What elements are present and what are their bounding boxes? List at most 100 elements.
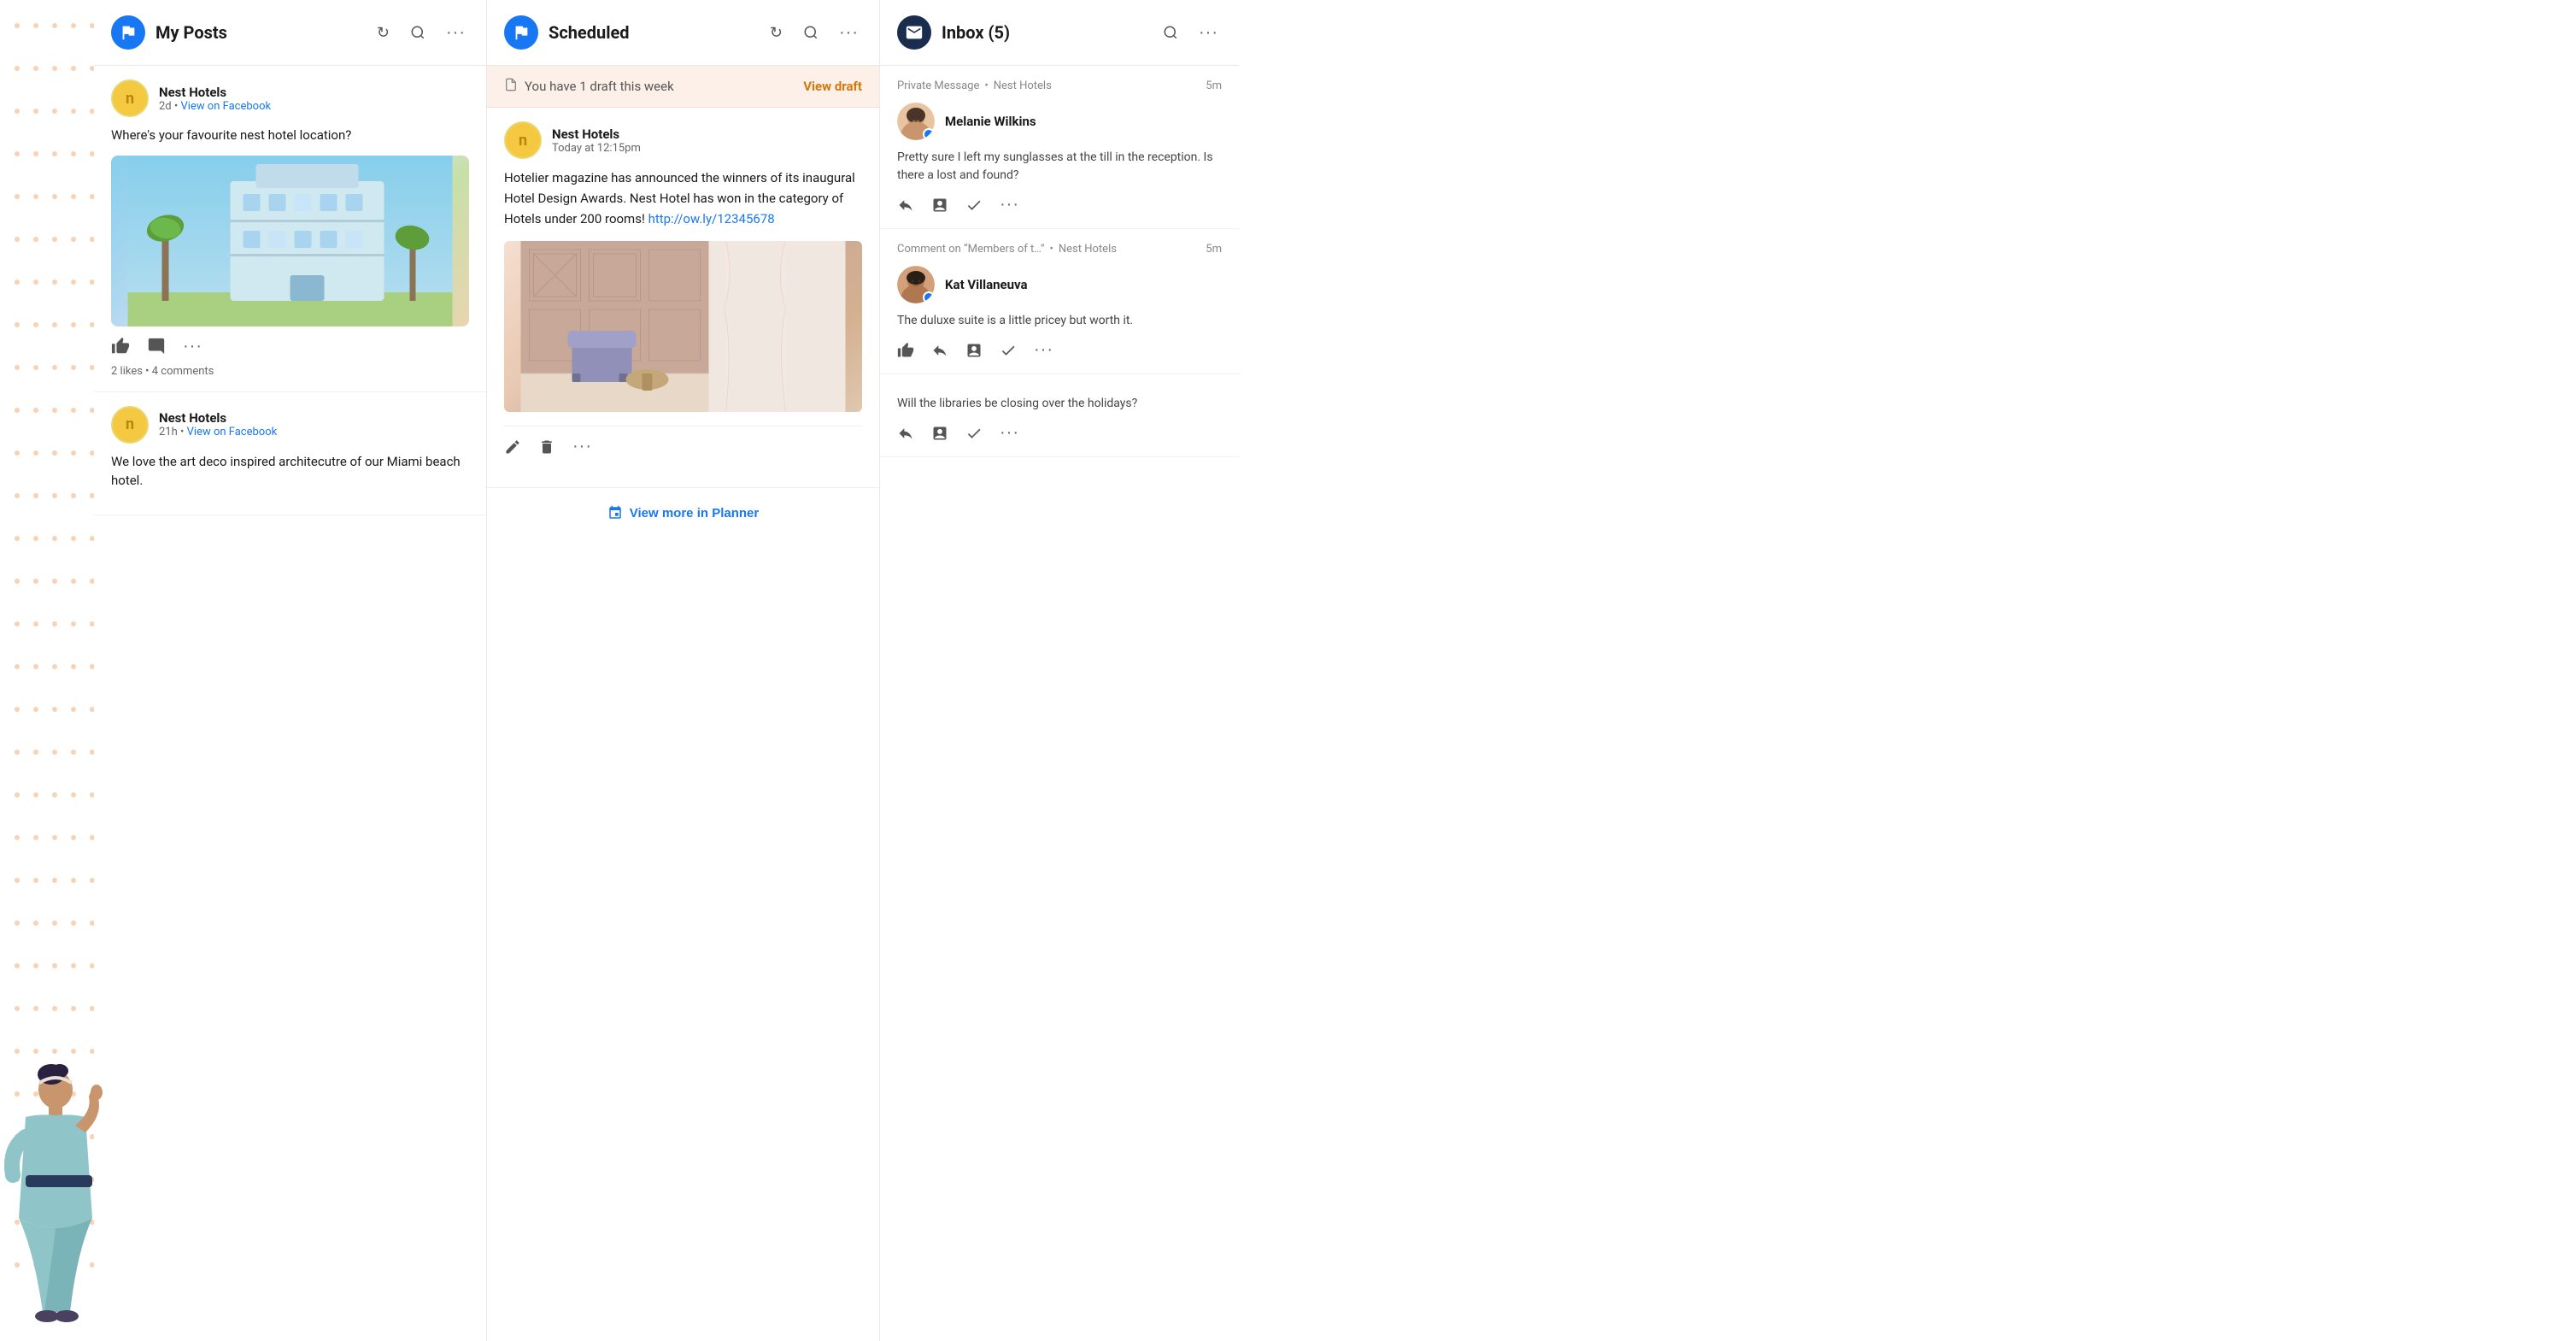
message-text-1: Pretty sure I left my sunglasses at the … (897, 149, 1222, 185)
post-more-button[interactable]: ··· (183, 337, 202, 356)
scheduled-header: Scheduled ↻ ··· (487, 0, 879, 66)
inbox-title: Inbox (5) (942, 22, 1149, 43)
inbox-more-button[interactable]: ··· (1195, 20, 1222, 46)
like-button[interactable] (111, 337, 130, 356)
comment-button[interactable] (147, 337, 166, 356)
inbox-message-actions-3: ··· (897, 423, 1222, 443)
resolve-button-1[interactable] (965, 197, 983, 214)
post-meta: n Nest Hotels 2d • View on Facebook (111, 79, 469, 117)
scheduled-post-info: Nest Hotels Today at 12:15pm (552, 126, 641, 155)
message-more-button-3[interactable]: ··· (1000, 423, 1019, 443)
inbox-meta-left-2: Comment on “Members of t…” • Nest Hotels (897, 243, 1117, 256)
inbox-meta-1: Private Message • Nest Hotels 5m (897, 79, 1222, 92)
post-meta-2: n Nest Hotels 21h • View on Facebook (111, 406, 469, 444)
scheduled-post-author: Nest Hotels (552, 126, 641, 142)
meta-dot-1: • (984, 79, 988, 92)
my-posts-icon (111, 15, 145, 50)
message-username-2: Kat Villaneuva (945, 277, 1028, 292)
post-info: Nest Hotels 2d • View on Facebook (159, 85, 271, 113)
melanie-avatar (897, 103, 935, 140)
message-time-2: 5m (1206, 243, 1222, 256)
my-posts-actions: ↻ ··· (373, 20, 469, 46)
inbox-header: Inbox (5) ··· (880, 0, 1239, 66)
scheduled-icon (504, 15, 538, 50)
view-more-planner-button[interactable]: View more in Planner (487, 488, 879, 538)
message-time-1: 5m (1206, 79, 1222, 92)
scheduled-post-more-button[interactable]: ··· (572, 437, 592, 456)
inbox-message-3: Will the libraries be closing over the h… (880, 374, 1239, 457)
inbox-message-actions-1: ··· (897, 195, 1222, 215)
nest-hotels-avatar-2: n (111, 406, 149, 444)
kat-avatar (897, 266, 935, 303)
post-text-2: We love the art deco inspired architecut… (111, 452, 469, 491)
post-time: 2d • View on Facebook (159, 100, 271, 113)
scheduled-title: Scheduled (549, 22, 756, 43)
message-text-2: The duluxe suite is a little pricey but … (897, 312, 1222, 330)
inbox-content: Private Message • Nest Hotels 5m (880, 66, 1239, 1341)
my-posts-content: n Nest Hotels 2d • View on Facebook Wher… (94, 66, 486, 1341)
inbox-message-actions-2: ··· (897, 340, 1222, 360)
scheduled-actions-header: ↻ ··· (766, 20, 862, 46)
message-brand-2: Nest Hotels (1059, 243, 1117, 256)
post-stats: 2 likes • 4 comments (111, 365, 469, 378)
message-username-1: Melanie Wilkins (945, 114, 1036, 129)
view-on-facebook-link-2[interactable]: View on Facebook (187, 426, 278, 438)
message-badge-1 (923, 128, 935, 140)
scheduled-panel: Scheduled ↻ ··· (487, 0, 880, 1341)
post-item-2: n Nest Hotels 21h • View on Facebook We … (94, 392, 486, 515)
scheduled-refresh-button[interactable]: ↻ (766, 21, 786, 45)
message-more-button-2[interactable]: ··· (1034, 340, 1053, 360)
post-time-2: 21h • View on Facebook (159, 426, 277, 438)
post-link[interactable]: http://ow.ly/12345678 (648, 211, 775, 226)
assign-button-3[interactable] (931, 425, 948, 442)
message-more-button-1[interactable]: ··· (1000, 195, 1019, 215)
scheduled-post-image (504, 241, 862, 412)
refresh-button[interactable]: ↻ (373, 21, 393, 45)
inbox-actions-header: ··· (1159, 20, 1222, 46)
draft-banner-text: You have 1 draft this week (525, 79, 674, 94)
scheduled-more-button[interactable]: ··· (836, 20, 862, 46)
inbox-user-row-2: Kat Villaneuva (897, 266, 1222, 303)
view-more-planner-label: View more in Planner (630, 506, 759, 521)
inbox-search-button[interactable] (1159, 21, 1182, 44)
post-age-2: 21h (159, 426, 178, 438)
like-button-2[interactable] (897, 342, 914, 359)
meta-dot-2: • (1050, 243, 1053, 256)
assign-button-2[interactable] (965, 342, 983, 359)
resolve-button-3[interactable] (965, 425, 983, 442)
scheduled-avatar: n (504, 121, 542, 159)
scheduled-post-actions: ··· (504, 426, 862, 467)
draft-banner: You have 1 draft this week View draft (487, 66, 879, 108)
reply-button-2[interactable] (931, 342, 948, 359)
post-info-2: Nest Hotels 21h • View on Facebook (159, 410, 277, 438)
view-draft-link[interactable]: View draft (803, 79, 862, 94)
main-layout: My Posts ↻ ··· n Nest Hotels (0, 0, 2576, 1341)
scheduled-search-button[interactable] (800, 21, 822, 44)
assign-button-1[interactable] (931, 197, 948, 214)
inbox-user-row-1: Melanie Wilkins (897, 103, 1222, 140)
post-author: Nest Hotels (159, 85, 271, 100)
search-button[interactable] (407, 21, 429, 44)
delete-post-button[interactable] (538, 438, 555, 456)
my-posts-panel: My Posts ↻ ··· n Nest Hotels (94, 0, 487, 1341)
edit-post-button[interactable] (504, 438, 521, 456)
inbox-message-1: Private Message • Nest Hotels 5m (880, 66, 1239, 229)
scheduled-post: n Nest Hotels Today at 12:15pm Hotelier … (487, 108, 879, 480)
inbox-panel: Inbox (5) ··· Private Message • Nest Hot… (880, 0, 1239, 1341)
my-posts-title: My Posts (155, 22, 363, 43)
my-posts-header: My Posts ↻ ··· (94, 0, 486, 66)
scheduled-post-text: Hotelier magazine has announced the winn… (504, 168, 862, 229)
message-brand-1: Nest Hotels (994, 79, 1052, 92)
reply-button-3[interactable] (897, 425, 914, 442)
post-text-1: Where's your favourite nest hotel locati… (111, 126, 469, 145)
post-actions-1: ··· (111, 337, 469, 356)
message-type-2: Comment on “Members of t…” (897, 243, 1045, 256)
message-type-1: Private Message (897, 79, 979, 92)
scheduled-content: You have 1 draft this week View draft n … (487, 66, 879, 1341)
more-options-button[interactable]: ··· (443, 20, 469, 46)
draft-icon (504, 78, 518, 95)
view-on-facebook-link[interactable]: View on Facebook (180, 100, 271, 113)
post-item: n Nest Hotels 2d • View on Facebook Wher… (94, 66, 486, 392)
resolve-button-2[interactable] (1000, 342, 1017, 359)
reply-button-1[interactable] (897, 197, 914, 214)
